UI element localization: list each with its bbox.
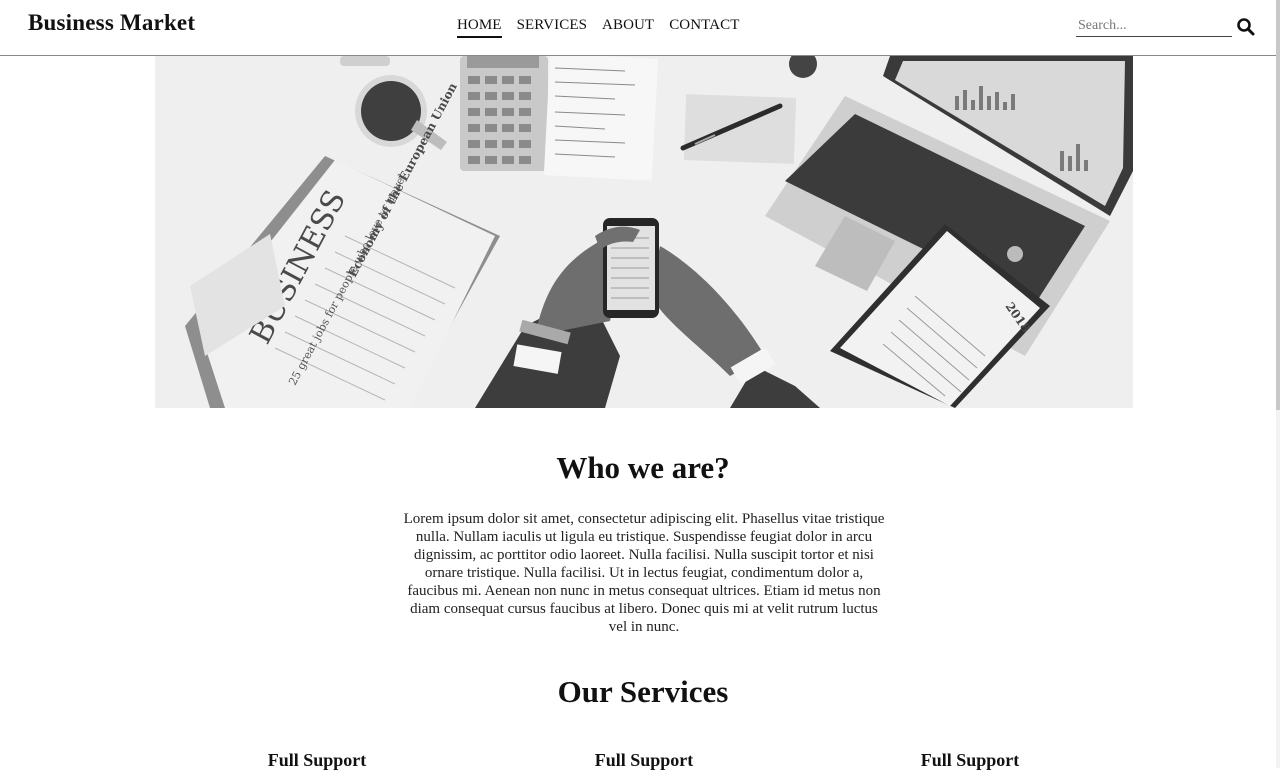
nav-contact[interactable]: CONTACT xyxy=(669,17,739,38)
search-icon[interactable] xyxy=(1236,17,1256,37)
about-title: Who we are? xyxy=(556,450,730,485)
nav-about[interactable]: ABOUT xyxy=(602,17,654,38)
nav-home[interactable]: HOME xyxy=(457,17,502,38)
main-nav: HOME SERVICES ABOUT CONTACT xyxy=(457,17,740,38)
search-input[interactable] xyxy=(1076,16,1232,37)
services-title: Our Services xyxy=(557,674,729,709)
pen-and-card-image xyxy=(680,94,797,164)
scrollbar-thumb[interactable] xyxy=(1276,0,1280,410)
notes-paper-image xyxy=(543,56,659,181)
nav-services[interactable]: SERVICES xyxy=(517,17,587,38)
calculator-image xyxy=(460,56,548,171)
page-scrollbar[interactable] xyxy=(1276,0,1280,768)
about-paragraph: Lorem ipsum dolor sit amet, consectetur … xyxy=(403,511,885,635)
site-header: Business Market HOME SERVICES ABOUT CONT… xyxy=(0,0,1276,56)
brand-logo[interactable]: Business Market xyxy=(28,10,195,36)
hero-image: 2018 BUSINESS Economy of the European Un… xyxy=(155,56,1133,408)
